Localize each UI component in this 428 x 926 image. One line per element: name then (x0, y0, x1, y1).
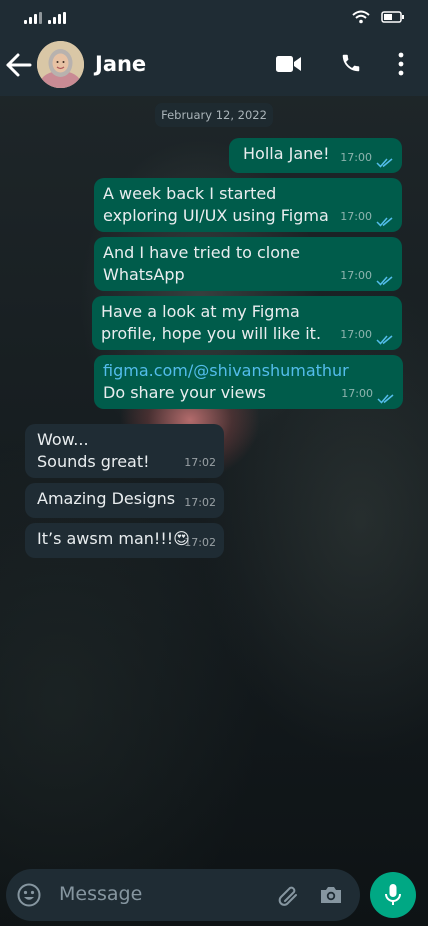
message-bubble-incoming[interactable]: Amazing Designs 17:02 (25, 483, 224, 518)
read-receipt-icon (376, 335, 393, 345)
message-time: 17:02 (184, 536, 216, 549)
message-bubble-incoming[interactable]: It’s awsm man!!!😍 17:02 (25, 523, 224, 558)
chat-header: Jane (0, 34, 428, 96)
message-bubble-outgoing[interactable]: Have a look at my Figma profile, hope yo… (92, 296, 402, 350)
message-time: 17:00 (340, 269, 372, 282)
avatar[interactable] (37, 41, 84, 88)
back-arrow-icon[interactable] (4, 51, 34, 79)
read-receipt-icon (376, 276, 393, 286)
mic-icon (385, 884, 401, 905)
message-bubble-outgoing[interactable]: A week back I started exploring UI/UX us… (94, 178, 402, 232)
emoji-icon[interactable] (17, 883, 41, 907)
attach-icon[interactable] (276, 883, 300, 907)
voice-message-button[interactable] (370, 872, 416, 918)
date-separator: February 12, 2022 (155, 103, 273, 127)
message-bubble-outgoing[interactable]: figma.com/@shivanshumathur Do share your… (94, 355, 403, 409)
message-time: 17:00 (341, 387, 373, 400)
message-time: 17:00 (340, 328, 372, 341)
message-composer[interactable]: Message (6, 869, 360, 921)
video-call-icon[interactable] (275, 54, 302, 74)
contact-name[interactable]: Jane (95, 52, 146, 76)
wifi-icon (352, 10, 370, 24)
message-bubble-outgoing[interactable]: And I have tried to clone WhatsApp 17:00 (94, 237, 402, 291)
message-time: 17:00 (340, 151, 372, 164)
message-time: 17:02 (184, 456, 216, 469)
message-bubble-outgoing[interactable]: Holla Jane! 17:00 (229, 138, 402, 173)
message-bubble-incoming[interactable]: Wow... Sounds great! 17:02 (25, 424, 224, 478)
phone-call-icon[interactable] (340, 52, 362, 74)
message-time: 17:02 (184, 496, 216, 509)
message-input[interactable]: Message (59, 883, 142, 905)
read-receipt-icon (376, 158, 393, 168)
status-bar (0, 0, 428, 34)
battery-icon (381, 11, 404, 23)
contact-photo (37, 41, 84, 88)
more-options-icon[interactable] (397, 52, 405, 76)
read-receipt-icon (376, 217, 393, 227)
signal-icon (48, 12, 66, 24)
signal-icon (24, 12, 42, 24)
profile-link[interactable]: figma.com/@shivanshumathur (103, 360, 395, 382)
camera-icon[interactable] (319, 884, 343, 906)
message-time: 17:00 (340, 210, 372, 223)
read-receipt-icon (377, 394, 394, 404)
